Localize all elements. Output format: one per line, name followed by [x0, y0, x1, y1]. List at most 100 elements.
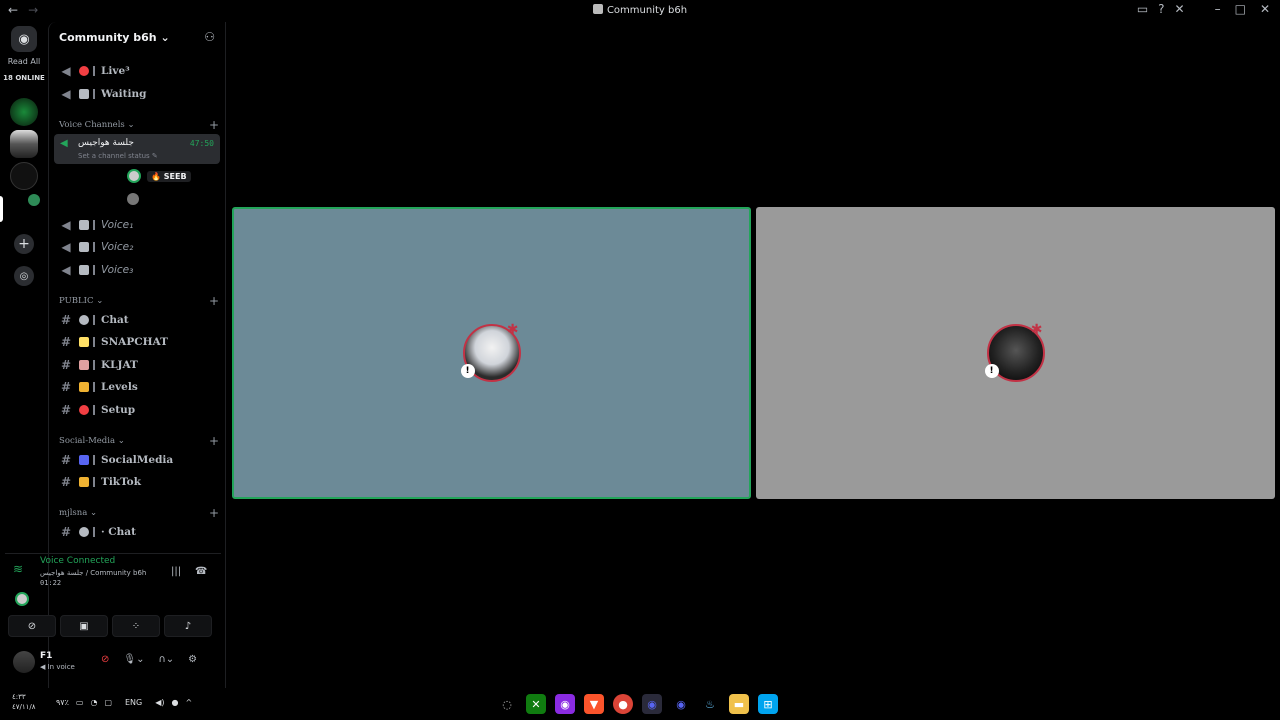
online-count: 18 ONLINE [3, 74, 45, 82]
camera-off-icon[interactable]: ⊘ [101, 654, 109, 665]
gear-icon[interactable]: ⚙ [188, 654, 197, 665]
wifi-icon[interactable]: ◔ [90, 698, 97, 707]
add-channel-icon[interactable]: + [209, 294, 219, 308]
inbox-icon[interactable]: ▭ [1137, 2, 1148, 16]
channel-snapchat[interactable]: # SNAPCHAT [59, 333, 221, 351]
close-button[interactable]: ✕ [1260, 2, 1270, 16]
microphone-icon[interactable]: ● [172, 698, 179, 707]
language-indicator[interactable]: ENG [125, 698, 142, 707]
add-user-icon[interactable]: ⚇ [204, 30, 215, 44]
chrome-icon[interactable]: ● [613, 694, 633, 714]
minimize-button[interactable]: – [1215, 2, 1221, 16]
anger-mark-icon: ✱ [1030, 322, 1043, 338]
channel-levels[interactable]: # Levels [59, 378, 221, 396]
server-icon-1[interactable] [10, 98, 38, 126]
add-channel-icon[interactable]: + [209, 506, 219, 520]
channel-voice-1[interactable]: ◀ Voice₁ [59, 216, 221, 234]
pinned-apps: ◌ ✕ ◉ ▼ ● ◉ ◉ ♨ ▬ ⊞ [497, 694, 778, 714]
channel-mjlsna-chat[interactable]: # · Chat [59, 523, 221, 541]
activities-button[interactable]: ⁘ [112, 615, 160, 637]
voice-elapsed-time: 01:22 [40, 579, 62, 587]
hash-icon: # [60, 380, 72, 394]
avatar: ✱ ! [460, 322, 521, 382]
channel-emoji [79, 66, 89, 76]
read-all-link[interactable]: Read All [0, 57, 48, 66]
maximize-button[interactable]: □ [1235, 2, 1246, 16]
speaker-icon: ◀ [61, 64, 71, 78]
compass-icon[interactable]: ◎ [14, 266, 34, 286]
user-panel: F1 ◀ In voice ⊘ 🎙⌄ ∩⌄ ⚙ [5, 648, 221, 684]
voice-member[interactable] [127, 193, 139, 205]
server-icon-2[interactable] [10, 130, 38, 158]
selected-server-pill [0, 196, 3, 222]
discord-icon[interactable]: ◉ [642, 694, 662, 714]
category-public[interactable]: PUBLIC ⌄ + [59, 294, 221, 308]
channel-tiktok[interactable]: # TikTok [59, 473, 221, 491]
video-tile-speaking[interactable]: ✱ ! [232, 207, 751, 499]
display-icon[interactable]: ▢ [104, 698, 112, 707]
screen-share-button[interactable]: ▣ [60, 615, 108, 637]
user-status: ◀ In voice [40, 663, 75, 671]
steam-icon[interactable]: ♨ [700, 694, 720, 714]
avatar[interactable] [13, 651, 35, 673]
folder-icon[interactable]: ▬ [729, 694, 749, 714]
discord-icon-2[interactable]: ◉ [671, 694, 691, 714]
windows-icon[interactable]: ⊞ [758, 694, 778, 714]
system-tray: ٩٧٪ ▭ ◔ ▢ ENG ◀) ● ^ [56, 698, 192, 707]
video-tile[interactable]: ✱ ! [756, 207, 1275, 499]
hash-icon: # [60, 335, 72, 349]
add-channel-icon[interactable]: + [209, 118, 219, 132]
chevron-up-icon[interactable]: ^ [186, 698, 193, 707]
battery-percent[interactable]: ٩٧٪ [56, 698, 69, 707]
volume-icon[interactable]: ◀) [155, 698, 164, 707]
hash-icon: # [60, 313, 72, 327]
clock[interactable]: ٤:٣٣ ٤٧/١١/٨ [12, 692, 36, 712]
category-voice-channels[interactable]: Voice Channels ⌄ + [59, 118, 221, 132]
category-social-media[interactable]: Social-Media ⌄ + [59, 434, 221, 448]
add-server-icon[interactable]: + [14, 234, 34, 254]
microphone-icon[interactable]: 🎙⌄ [123, 654, 144, 665]
server-icon-3[interactable] [10, 162, 38, 190]
headphones-icon[interactable]: ∩⌄ [158, 654, 174, 665]
voice-action-buttons: ⊘ ▣ ⁘ ♪ [8, 615, 212, 637]
voice-timer: 47:50 [189, 139, 214, 148]
disconnect-icon[interactable]: ☎ [195, 566, 207, 577]
hash-icon: # [60, 525, 72, 539]
channel-voice-3[interactable]: ◀ Voice₃ [59, 261, 221, 279]
channel-status-input[interactable]: Set a channel status ✎ [78, 152, 158, 160]
channel-kljat[interactable]: # KLJAT [59, 356, 221, 374]
ghost-icon [79, 337, 89, 347]
voice-connected-subtitle[interactable]: جلسة هواجيس / Community b6h [40, 569, 146, 577]
voice-member[interactable]: 🔥 SEEB [127, 169, 191, 183]
soundboard-button[interactable]: ♪ [164, 615, 212, 637]
muted-alert-icon: ! [460, 364, 475, 378]
signal-icon[interactable]: ≋ [13, 562, 23, 576]
brave-icon[interactable]: ▼ [584, 694, 604, 714]
channel-setup[interactable]: # Setup [59, 401, 221, 419]
tools-icon[interactable]: ✕ [1175, 2, 1185, 16]
help-icon[interactable]: ? [1158, 2, 1164, 16]
noise-suppression-icon[interactable]: ||| [171, 566, 181, 577]
channel-waiting[interactable]: ◀ Waiting [59, 85, 221, 103]
discord-home-icon[interactable]: ◉ [11, 26, 37, 52]
user-controls: ⊘ 🎙⌄ ∩⌄ ⚙ [101, 654, 197, 665]
channel-live[interactable]: ◀ Live³ [59, 62, 221, 80]
channel-socialmedia[interactable]: # SocialMedia [59, 451, 221, 469]
battery-icon[interactable]: ▭ [76, 698, 84, 707]
active-voice-channel[interactable]: ◀ جلسة هواجيس 47:50 Set a channel status… [54, 134, 220, 164]
camera-off-button[interactable]: ⊘ [8, 615, 56, 637]
speech-bubble-icon [79, 527, 89, 537]
camera-app-icon[interactable]: ◉ [555, 694, 575, 714]
window-title: Community b6h [0, 4, 1280, 16]
voice-connected-title[interactable]: Voice Connected [40, 556, 115, 566]
document-icon [79, 360, 89, 370]
server-icon-current[interactable] [28, 194, 40, 206]
add-channel-icon[interactable]: + [209, 434, 219, 448]
category-mjlsna[interactable]: mjlsna ⌄ + [59, 506, 221, 520]
browser-icon[interactable]: ◌ [497, 694, 517, 714]
xbox-icon[interactable]: ✕ [526, 694, 546, 714]
channel-voice-2[interactable]: ◀ Voice₂ [59, 238, 221, 256]
channel-chat[interactable]: # Chat [59, 311, 221, 329]
hash-icon: # [60, 453, 72, 467]
server-name-header[interactable]: Community b6h ⌄ [59, 31, 170, 44]
